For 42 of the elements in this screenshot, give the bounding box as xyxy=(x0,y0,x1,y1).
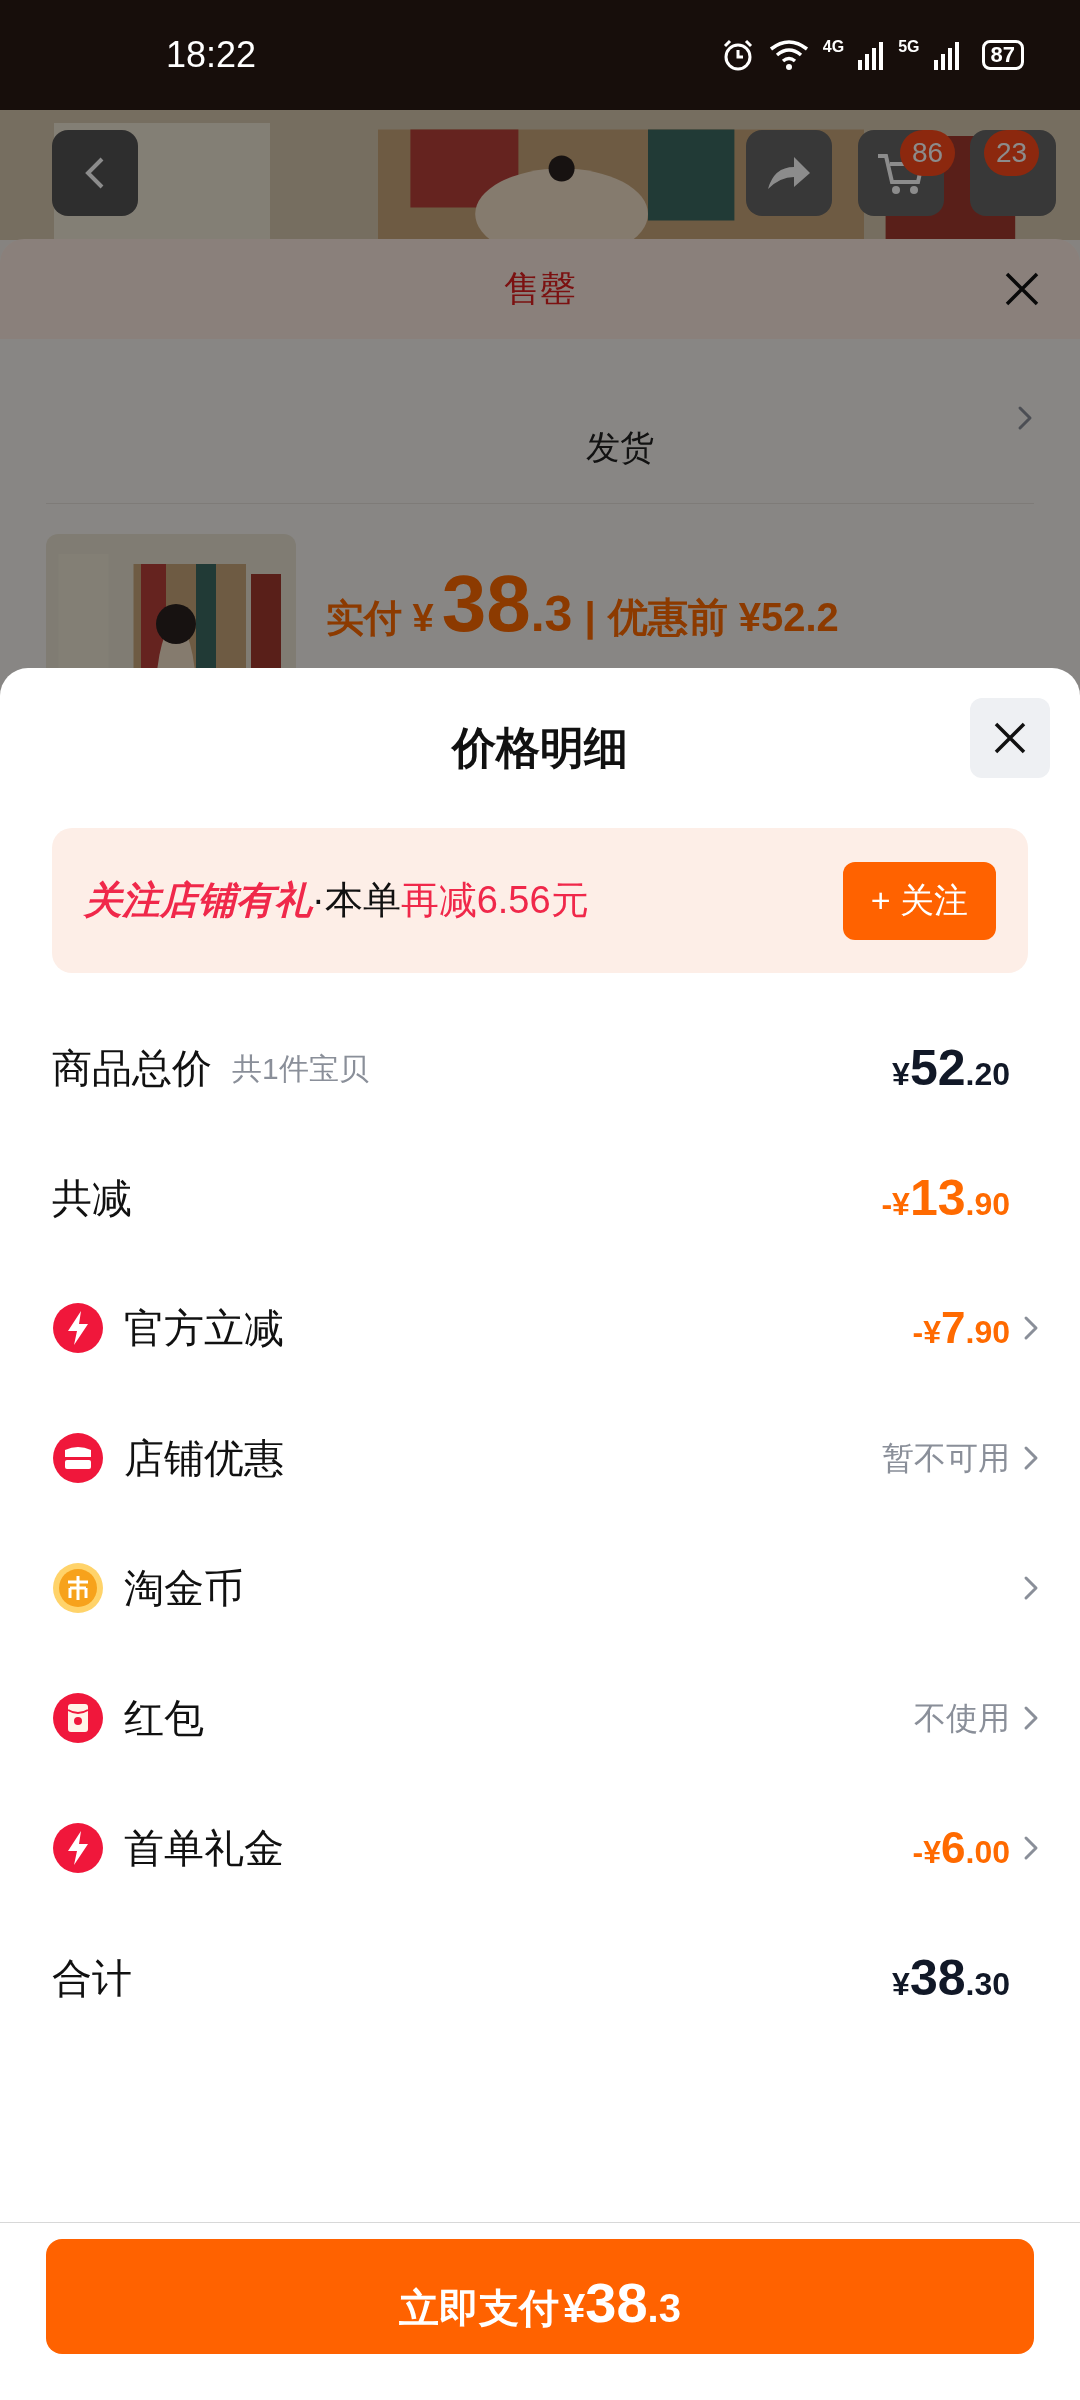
shipping-note: 发货 xyxy=(586,427,654,468)
row-label: 合计 xyxy=(52,1955,132,2002)
sheet-title: 售罄 xyxy=(504,267,576,311)
amount-text: -¥7.90 xyxy=(912,1302,1010,1354)
amount-text: ¥52.20 xyxy=(892,1038,1010,1098)
close-icon xyxy=(992,720,1028,756)
row-label: 共减 xyxy=(52,1175,132,1222)
back-button[interactable] xyxy=(52,130,138,216)
envelope-icon xyxy=(52,1692,104,1744)
close-button[interactable] xyxy=(970,698,1050,778)
follow-button[interactable]: + 关注 xyxy=(842,861,996,940)
row-label: 店铺优惠 xyxy=(124,1435,284,1482)
pay-button[interactable]: 立即支付¥38.3 xyxy=(46,2239,1034,2354)
promo-text: 关注店铺有礼·本单再减6.56元 xyxy=(84,878,589,923)
item-count: 共1件宝贝 xyxy=(232,1050,369,1087)
coin-icon xyxy=(52,1562,104,1614)
amount-text: ¥38.30 xyxy=(892,1948,1010,2008)
row-label: 官方立减 xyxy=(124,1305,284,1352)
network-label: 4G xyxy=(822,39,845,55)
network-label: 5G xyxy=(898,39,920,55)
lightning-icon xyxy=(52,1822,104,1874)
status-text: 不使用 xyxy=(914,1699,1010,1738)
shop-icon xyxy=(52,1432,104,1484)
original-price: 优惠前 ¥52.2 xyxy=(607,594,839,641)
wifi-icon xyxy=(768,39,809,71)
clock-text: 18:22 xyxy=(166,33,257,77)
close-icon[interactable] xyxy=(1004,271,1040,307)
amount-text: -¥13.90 xyxy=(881,1168,1010,1228)
row-label: 淘金币 xyxy=(124,1565,244,1612)
row-label: 商品总价 xyxy=(52,1045,212,1092)
sheet-title: 价格明细 xyxy=(452,722,628,774)
row-label: 首单礼金 xyxy=(124,1825,284,1872)
separator-text: | xyxy=(584,594,596,642)
signal-icon xyxy=(858,40,885,70)
status-text: 暂不可用 xyxy=(882,1439,1010,1478)
signal-icon xyxy=(933,40,960,70)
battery-indicator: 87 xyxy=(981,40,1024,70)
share-button[interactable] xyxy=(746,130,832,216)
lightning-icon xyxy=(52,1302,104,1354)
amount-text: -¥6.00 xyxy=(912,1822,1010,1874)
row-label: 红包 xyxy=(124,1695,204,1742)
paid-price: 实付 ¥38.3 xyxy=(326,558,573,650)
